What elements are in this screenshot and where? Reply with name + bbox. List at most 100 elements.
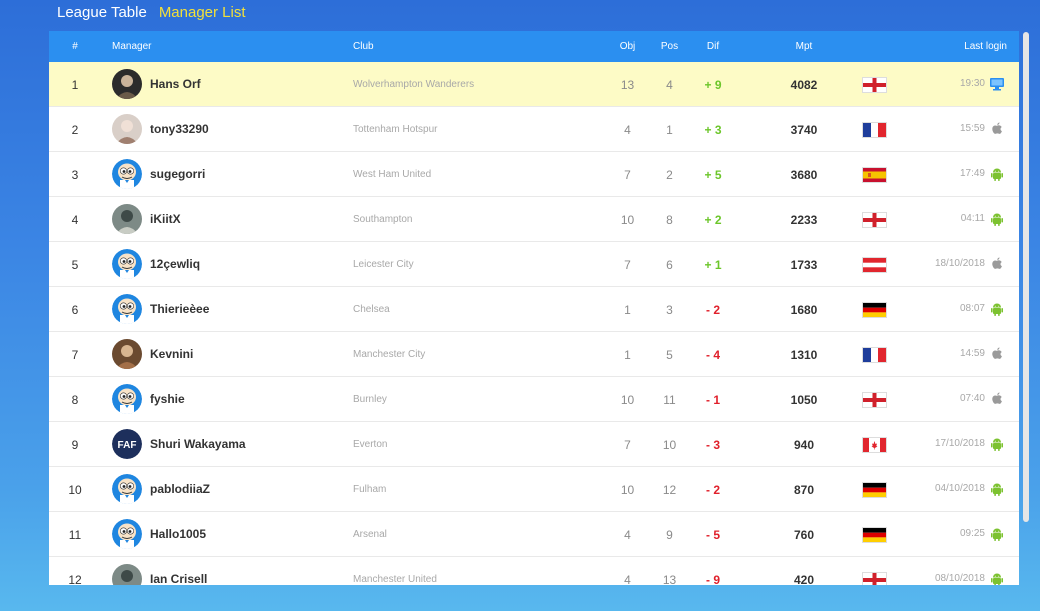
android-icon — [989, 436, 1005, 452]
club-name: Tottenham Hotspur — [353, 124, 438, 135]
table-body: 1 Hans Orf Wolverhampton Wanderers 13 4 + 9 40… — [49, 62, 1019, 585]
objective-value: 10 — [620, 393, 635, 407]
last-login-value: 18/10/2018 — [934, 258, 985, 269]
header-manager[interactable]: Manager — [112, 41, 151, 52]
header-mpt[interactable]: Mpt — [779, 41, 829, 52]
avatar[interactable] — [112, 339, 142, 369]
row-rank: 7 — [71, 348, 79, 362]
apple-icon — [989, 256, 1005, 272]
position-value: 5 — [666, 348, 673, 362]
avatar[interactable] — [112, 159, 142, 189]
difference-value: - 3 — [705, 438, 720, 452]
manager-name[interactable]: fyshie — [150, 392, 185, 406]
manager-name[interactable]: Kevnini — [150, 347, 193, 361]
position-value: 11 — [663, 393, 676, 407]
table-row[interactable]: 7 Kevnini Manchester City 1 5 - 4 1310 14:59 — [49, 332, 1019, 377]
header-club[interactable]: Club — [353, 41, 374, 52]
objective-value: 10 — [620, 483, 635, 497]
android-icon — [989, 481, 1005, 497]
spain-flag — [863, 168, 886, 182]
club-name: West Ham United — [353, 169, 432, 180]
club-name: Southampton — [353, 214, 413, 225]
germany-flag — [863, 483, 886, 497]
android-icon — [989, 301, 1005, 317]
manager-name[interactable]: Ian Crisell — [150, 572, 207, 585]
difference-value: - 1 — [705, 393, 720, 407]
manager-name[interactable]: 12çewliq — [150, 257, 200, 271]
table-row[interactable]: 9 FAF Shuri Wakayama Everton 7 10 - 3 940 17/10/… — [49, 422, 1019, 467]
manager-points: 870 — [793, 483, 815, 497]
tab-league-table[interactable]: League Table — [57, 4, 147, 24]
table-row[interactable]: 5 12çewliq Leicester City 7 6 + 1 1733 18/10/20… — [49, 242, 1019, 287]
manager-points: 760 — [793, 528, 815, 542]
last-login-value: 09:25 — [959, 528, 985, 539]
manager-points: 1310 — [790, 348, 818, 362]
row-rank: 2 — [71, 123, 79, 137]
manager-name[interactable]: iKiitX — [150, 212, 181, 226]
table-row[interactable]: 1 Hans Orf Wolverhampton Wanderers 13 4 + 9 40… — [49, 62, 1019, 107]
objective-value: 4 — [624, 573, 631, 585]
table-row[interactable]: 12 Ian Crisell Manchester United 4 13 - 9 420 0… — [49, 557, 1019, 585]
table-row[interactable]: 10 pablodiiaZ Fulham 10 12 - 2 870 04/10/2018 — [49, 467, 1019, 512]
table-row[interactable]: 3 sugegorri West Ham United 7 2 + 5 3680 17:49 — [49, 152, 1019, 197]
row-rank: 10 — [68, 483, 82, 497]
difference-value: + 5 — [704, 168, 722, 182]
manager-name[interactable]: pablodiiaZ — [150, 482, 210, 496]
manager-name[interactable]: Thierieèee — [150, 302, 209, 316]
objective-value: 7 — [624, 168, 631, 182]
manager-name[interactable]: tony33290 — [150, 122, 209, 136]
scrollbar-thumb[interactable] — [1023, 32, 1029, 522]
manager-points: 3680 — [790, 168, 818, 182]
row-rank: 1 — [71, 78, 79, 92]
header-obj[interactable]: Obj — [615, 41, 640, 52]
club-name: Arsenal — [353, 529, 387, 540]
last-login-value: 17:49 — [959, 168, 985, 179]
table-row[interactable]: 11 Hallo1005 Arsenal 4 9 - 5 760 09:25 — [49, 512, 1019, 557]
header-last-login[interactable]: Last login — [964, 41, 1007, 52]
manager-list-panel: # Manager Club Obj Pos Dif Mpt Last logi… — [49, 31, 1019, 585]
android-icon — [989, 526, 1005, 542]
canada-flag — [863, 438, 886, 452]
club-name: Fulham — [353, 484, 387, 495]
position-value: 6 — [666, 258, 673, 272]
tab-manager-list[interactable]: Manager List — [159, 4, 246, 24]
manager-name[interactable]: Hans Orf — [150, 77, 201, 91]
manager-points: 2233 — [790, 213, 818, 227]
avatar[interactable]: FAF — [112, 429, 142, 459]
manager-name[interactable]: Hallo1005 — [150, 527, 206, 541]
manager-name[interactable]: sugegorri — [150, 167, 205, 181]
avatar[interactable] — [112, 384, 142, 414]
avatar[interactable] — [112, 204, 142, 234]
objective-value: 7 — [624, 438, 631, 452]
england-flag — [863, 393, 886, 407]
avatar[interactable] — [112, 519, 142, 549]
avatar[interactable] — [112, 69, 142, 99]
table-row[interactable]: 4 iKiitX Southampton 10 8 + 2 2233 04:11 — [49, 197, 1019, 242]
avatar[interactable] — [112, 249, 142, 279]
france-flag — [863, 123, 886, 137]
difference-value: + 3 — [704, 123, 722, 137]
last-login-value: 08/10/2018 — [934, 573, 985, 584]
last-login-value: 04:11 — [960, 213, 985, 224]
android-icon — [989, 166, 1005, 182]
club-name: Manchester City — [353, 349, 426, 360]
header-dif[interactable]: Dif — [699, 41, 727, 52]
last-login-value: 07:40 — [959, 393, 985, 404]
header-pos[interactable]: Pos — [657, 41, 682, 52]
manager-name[interactable]: Shuri Wakayama — [150, 437, 246, 451]
difference-value: + 9 — [704, 78, 722, 92]
table-row[interactable]: 8 fyshie Burnley 10 11 - 1 1050 07:40 — [49, 377, 1019, 422]
android-icon — [989, 571, 1005, 585]
manager-points: 1680 — [790, 303, 818, 317]
avatar[interactable] — [112, 114, 142, 144]
header-rank[interactable]: # — [49, 41, 101, 52]
avatar[interactable] — [112, 474, 142, 504]
avatar[interactable] — [112, 564, 142, 585]
avatar[interactable] — [112, 294, 142, 324]
table-row[interactable]: 2 tony33290 Tottenham Hotspur 4 1 + 3 3740 15:5… — [49, 107, 1019, 152]
manager-points: 420 — [793, 573, 815, 585]
difference-value: - 2 — [705, 303, 720, 317]
apple-icon — [989, 346, 1005, 362]
table-row[interactable]: 6 Thierieèee Chelsea 1 3 - 2 1680 08:07 — [49, 287, 1019, 332]
scrollbar[interactable] — [1022, 31, 1030, 585]
